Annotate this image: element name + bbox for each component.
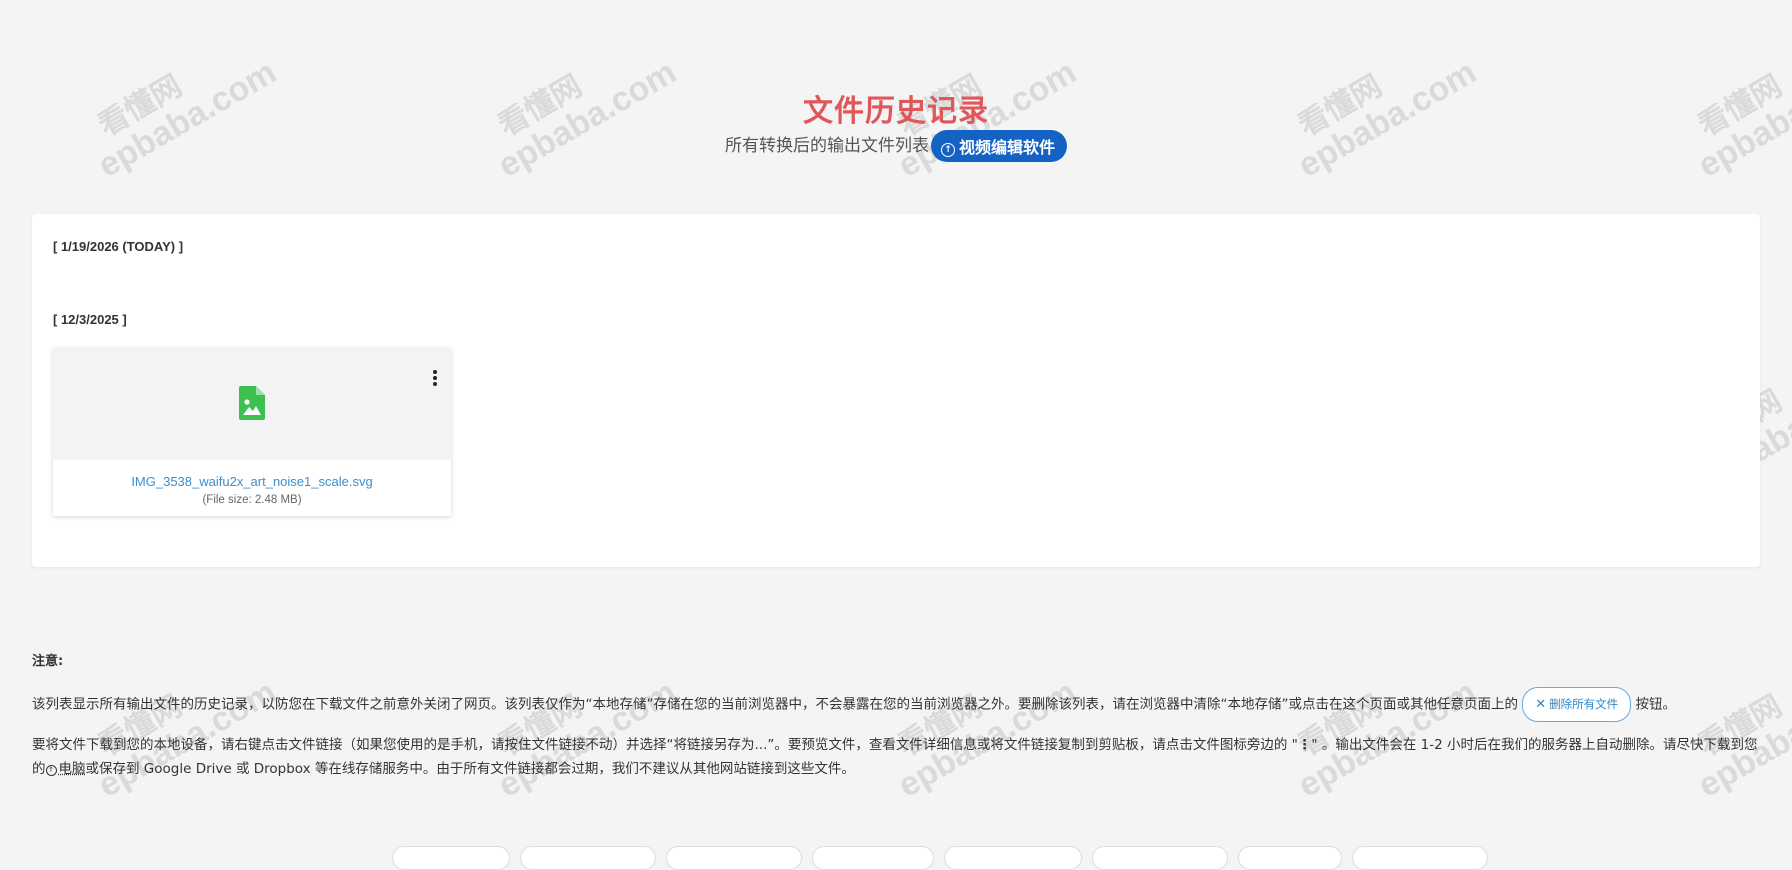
file-history-panel: [ 1/19/2026 (TODAY) ] [ 12/3/2025 ] IMG_… [32,214,1760,567]
page-title: 文件历史记录 [803,94,989,129]
arrow-circle-icon: ↑ [45,765,57,776]
video-editor-promo-button[interactable]: ↑ 视频编辑软件 [930,130,1067,162]
notes-section: 注意: 该列表显示所有输出文件的历史记录，以防您在下载文件之前意外关闭了网页。该… [32,650,1760,792]
file-options-menu-icon[interactable] [431,370,439,386]
nav-pill[interactable] [1352,846,1488,870]
date-group-header: [ 1/19/2026 (TODAY) ] [53,239,184,254]
close-icon: ✕ [1535,697,1547,712]
file-card: IMG_3538_waifu2x_art_noise1_scale.svg (F… [53,348,451,516]
file-preview-area[interactable] [53,348,451,460]
date-group-header: [ 12/3/2025 ] [53,312,127,327]
nav-pill[interactable] [1238,846,1342,870]
nav-pill[interactable] [812,846,934,870]
pc-link-label: 电脑 [58,761,86,777]
promo-button-label: 视频编辑软件 [958,138,1055,157]
kebab-icon: ⋮ [1297,737,1312,753]
page-subtitle: 所有转换后的输出文件列表 ↑ 视频编辑软件 [0,130,1792,162]
note-text: 要将文件下载到您的本地设备，请右键点击文件链接（如果您使用的是手机，请按住文件链… [32,737,1298,753]
nav-pill[interactable] [392,846,510,870]
file-link[interactable]: IMG_3538_waifu2x_art_noise1_scale.svg [53,474,451,489]
file-size: (File size: 2.48 MB) [202,494,302,506]
arrow-circle-icon: ↑ [940,143,955,157]
note-text: 该列表显示所有输出文件的历史记录，以防您在下载文件之前意外关闭了网页。该列表仅作… [32,696,1518,713]
delete-all-label: 删除所有文件 [1549,697,1619,711]
nav-pill[interactable] [1092,846,1228,870]
delete-all-files-button[interactable]: ✕ 删除所有文件 [1522,687,1632,722]
nav-pill[interactable] [520,846,656,870]
notes-title: 注意: [32,654,64,669]
note-paragraph: 该列表显示所有输出文件的历史记录，以防您在下载文件之前意外关闭了网页。该列表仅作… [32,687,1760,722]
subtitle-text: 所有转换后的输出文件列表 [724,136,929,156]
note-text: 按钮。 [1635,696,1676,713]
note-paragraph: 要将文件下载到您的本地设备，请右键点击文件链接（如果您使用的是手机，请按住文件链… [32,733,1760,781]
nav-pill[interactable] [944,846,1082,870]
image-file-icon[interactable] [239,386,265,420]
nav-pill[interactable] [666,846,802,870]
pc-download-link[interactable]: ↑ 电脑 [45,761,86,777]
note-text: 或保存到 Google Drive 或 Dropbox 等在线存储服务中。由于所… [85,761,855,777]
